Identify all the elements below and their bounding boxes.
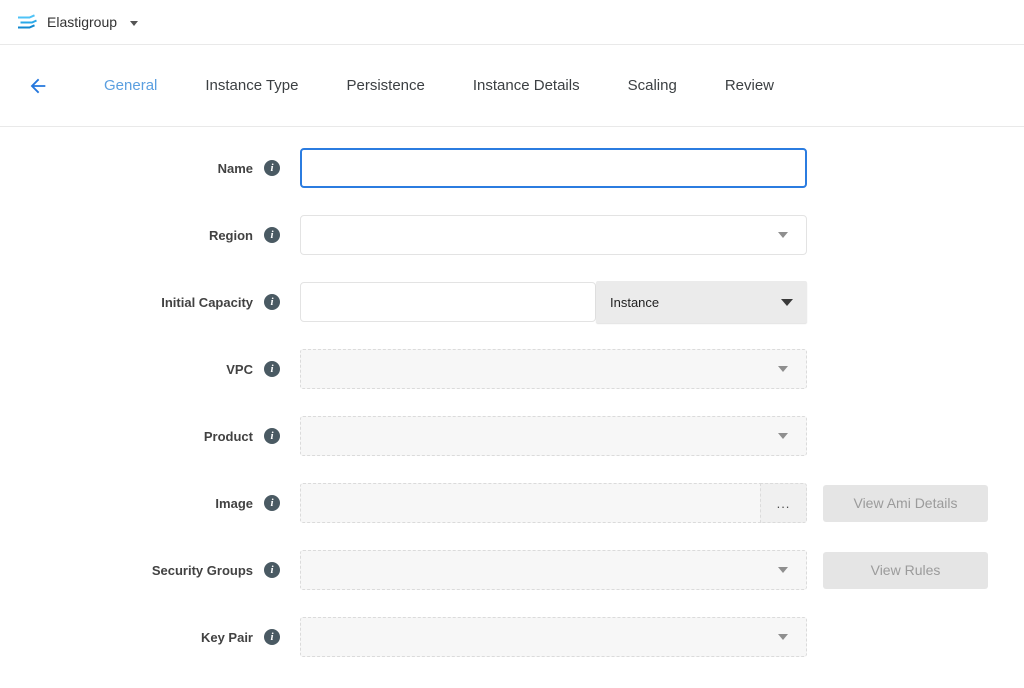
region-info-icon[interactable]: i	[264, 227, 280, 243]
product-info-icon[interactable]: i	[264, 428, 280, 444]
security-groups-select	[300, 550, 807, 590]
form-row-region: Region i	[0, 215, 1024, 255]
tab-instance-type[interactable]: Instance Type	[181, 67, 322, 104]
region-chevron-down-icon	[778, 232, 788, 238]
tab-instance-details[interactable]: Instance Details	[449, 67, 604, 104]
back-button[interactable]	[20, 68, 56, 104]
view-ami-details-button[interactable]: View Ami Details	[823, 485, 988, 522]
region-select[interactable]	[300, 215, 807, 255]
initial-capacity-info-icon[interactable]: i	[264, 294, 280, 310]
brand-name[interactable]: Elastigroup	[47, 14, 117, 30]
key-pair-chevron-down-icon	[778, 634, 788, 640]
product-label: Product	[204, 429, 253, 444]
form-row-product: Product i	[0, 416, 1024, 456]
vpc-info-icon[interactable]: i	[264, 361, 280, 377]
key-pair-select	[300, 617, 807, 657]
initial-capacity-label: Initial Capacity	[161, 295, 253, 310]
capacity-unit-select[interactable]: Instance	[596, 281, 807, 323]
image-info-icon[interactable]: i	[264, 495, 280, 511]
general-form: Name i Region i Initial Capacity i Insta…	[0, 127, 1024, 657]
key-pair-info-icon[interactable]: i	[264, 629, 280, 645]
region-label: Region	[209, 228, 253, 243]
key-pair-label: Key Pair	[201, 630, 253, 645]
top-bar: Elastigroup	[0, 0, 1024, 45]
arrow-back-icon	[27, 75, 49, 97]
security-groups-chevron-down-icon	[778, 567, 788, 573]
form-row-vpc: VPC i	[0, 349, 1024, 389]
capacity-unit-chevron-down-icon	[781, 299, 793, 306]
security-groups-label: Security Groups	[152, 563, 253, 578]
name-info-icon[interactable]: i	[264, 160, 280, 176]
image-browse-button[interactable]: ...	[760, 483, 807, 523]
image-label: Image	[215, 496, 253, 511]
wizard-tabs: General Instance Type Persistence Instan…	[80, 67, 798, 104]
view-rules-button[interactable]: View Rules	[823, 552, 988, 589]
wizard-nav: General Instance Type Persistence Instan…	[0, 45, 1024, 127]
form-row-initial-capacity: Initial Capacity i Instance	[0, 282, 1024, 322]
tab-general[interactable]: General	[80, 67, 181, 104]
security-groups-info-icon[interactable]: i	[264, 562, 280, 578]
image-input	[300, 483, 760, 523]
product-select	[300, 416, 807, 456]
product-chevron-down-icon	[778, 433, 788, 439]
elastigroup-logo-icon	[16, 14, 38, 31]
vpc-label: VPC	[226, 362, 253, 377]
form-row-security-groups: Security Groups i View Rules	[0, 550, 1024, 590]
brand-chevron-down-icon[interactable]	[130, 21, 138, 26]
tab-scaling[interactable]: Scaling	[604, 67, 701, 104]
name-label: Name	[218, 161, 253, 176]
capacity-unit-value: Instance	[610, 295, 659, 310]
form-row-image: Image i ... View Ami Details	[0, 483, 1024, 523]
vpc-chevron-down-icon	[778, 366, 788, 372]
form-row-name: Name i	[0, 148, 1024, 188]
initial-capacity-input[interactable]	[300, 282, 596, 322]
name-input[interactable]	[300, 148, 807, 188]
tab-review[interactable]: Review	[701, 67, 798, 104]
vpc-select	[300, 349, 807, 389]
form-row-key-pair: Key Pair i	[0, 617, 1024, 657]
tab-persistence[interactable]: Persistence	[323, 67, 449, 104]
